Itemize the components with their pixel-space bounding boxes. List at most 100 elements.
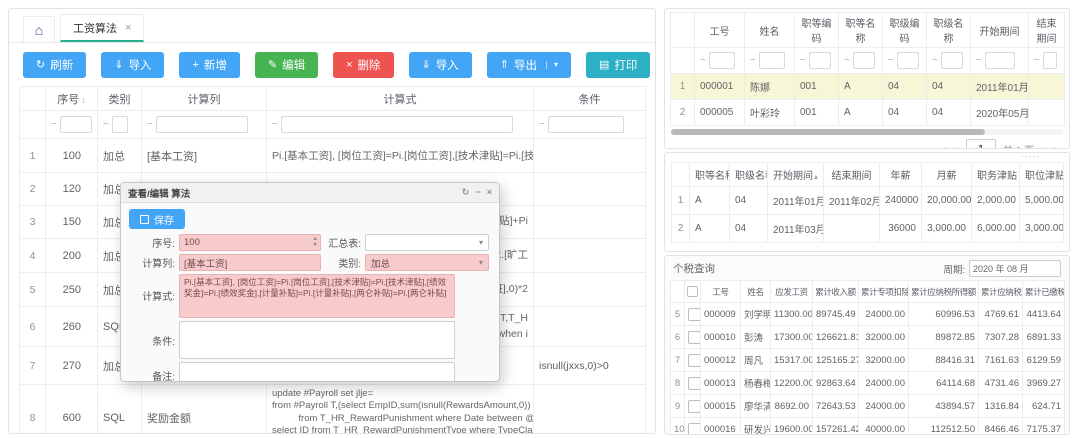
cond-field[interactable] xyxy=(179,321,455,359)
row-checkbox[interactable] xyxy=(688,331,701,344)
header-empno[interactable]: 工号 xyxy=(701,281,741,303)
tab-close-icon[interactable]: × xyxy=(125,22,131,34)
save-button[interactable]: 保存 xyxy=(129,209,185,229)
header-end[interactable]: 结束期间 xyxy=(1029,13,1065,48)
header-income[interactable]: 累计收入额 xyxy=(813,281,859,303)
sort-icon[interactable]: ↕ xyxy=(81,95,86,105)
col-field[interactable] xyxy=(179,254,321,271)
formula-field[interactable]: Pi.[基本工资], [岗位工资]=Pi.[岗位工资],[技术津贴]=Pi.[技… xyxy=(179,274,455,318)
table-row[interactable]: 5000009刘学明11300.0089745.4924000.0060996.… xyxy=(671,303,1065,326)
delete-button[interactable]: × 删除 xyxy=(333,52,393,78)
filter-formula-input[interactable] xyxy=(281,116,513,133)
tab-salary-algorithm[interactable]: 工资算法 × xyxy=(60,14,144,42)
table-row[interactable]: 2A042011年03月360003,000.006,000.003,000.0… xyxy=(672,215,1064,243)
header-col[interactable]: 计算列 xyxy=(142,87,267,111)
table-row[interactable]: 10000016研发兴19600.00157261.4240000.001125… xyxy=(671,418,1065,436)
chevron-down-icon[interactable]: ▾ xyxy=(546,61,558,69)
prev-page-icon[interactable]: ‹ xyxy=(956,144,959,150)
header-empno[interactable]: 工号 xyxy=(695,13,745,48)
home-tab[interactable]: ⌂ xyxy=(23,16,55,42)
table-row[interactable]: 1100加总[基本工资]Pi.[基本工资], [岗位工资]=Pi.[岗位工资],… xyxy=(20,139,646,173)
table-row[interactable]: 7000012周凡15317.00125165.2732000.0088416.… xyxy=(671,349,1065,372)
resize-handle-dots[interactable]: ····· xyxy=(665,153,1069,162)
cat-select[interactable]: 加总 ▾ xyxy=(365,254,489,271)
row-checkbox[interactable] xyxy=(688,423,701,436)
table-row[interactable]: 9000015廖华清8692.0072643.5324000.0043894.5… xyxy=(671,395,1065,418)
header-cat[interactable]: 类别 xyxy=(98,87,142,111)
filter-gname-input[interactable] xyxy=(853,52,875,69)
header-name[interactable]: 姓名 xyxy=(745,13,795,48)
header-post[interactable]: 职位津贴 xyxy=(1020,163,1064,187)
header-seq[interactable]: 序号↕ xyxy=(46,87,98,111)
seq-field[interactable] xyxy=(179,234,321,251)
filter-cat-input[interactable] xyxy=(112,116,128,133)
header-tax[interactable]: 累计应纳税额 xyxy=(979,281,1023,303)
filter-gcode-input[interactable] xyxy=(809,52,831,69)
table-row[interactable]: 1000001陈娜001A04042011年01月 xyxy=(671,74,1065,100)
header-gname[interactable]: 职等名称 xyxy=(690,163,730,187)
sort-asc-icon[interactable]: ▴ xyxy=(814,172,818,181)
filter-start-input[interactable] xyxy=(985,52,1015,69)
refresh-button[interactable]: ↻ 刷新 xyxy=(23,52,86,78)
table-row[interactable]: 8000013杨春梅12200.0092863.6424000.0064114.… xyxy=(671,372,1065,395)
filter-end-input[interactable] xyxy=(1043,52,1057,69)
filter-name-input[interactable] xyxy=(759,52,785,69)
select-all-checkbox[interactable] xyxy=(687,286,698,297)
print-button[interactable]: ▤ 打印 xyxy=(586,52,650,78)
header-duty[interactable]: 职务津贴 xyxy=(972,163,1020,187)
import-button-2[interactable]: ⇓ 导入 xyxy=(409,52,472,78)
cell-cond: isnull(jxxs,0)>0 xyxy=(534,347,646,385)
first-page-icon[interactable]: « xyxy=(943,144,949,150)
header-lcode[interactable]: 职级编码 xyxy=(883,13,927,48)
cell-cb xyxy=(685,418,701,436)
next-page-icon[interactable]: › xyxy=(1041,144,1044,150)
header-end[interactable]: 结束期间 xyxy=(824,163,880,187)
summary-select[interactable]: ▾ xyxy=(365,234,489,251)
header-taxable[interactable]: 累计应纳税所得额 xyxy=(909,281,979,303)
page-input[interactable] xyxy=(966,139,996,149)
add-button[interactable]: + 新增 xyxy=(179,52,239,78)
header-start[interactable]: 开始期间 xyxy=(971,13,1029,48)
table-row[interactable]: 8600SQL奖励金额update #Payroll set jlje= fro… xyxy=(20,385,646,435)
row-checkbox[interactable] xyxy=(688,354,701,367)
import-button-1[interactable]: ⇓ 导入 xyxy=(101,52,164,78)
row-checkbox[interactable] xyxy=(688,308,701,321)
note-field[interactable] xyxy=(179,362,455,382)
header-gross[interactable]: 应发工资 xyxy=(771,281,813,303)
header-monthly[interactable]: 月薪 xyxy=(922,163,972,187)
dialog-collapse-icon[interactable]: − xyxy=(475,188,480,197)
dialog-close-icon[interactable]: × xyxy=(487,188,492,197)
header-formula[interactable]: 计算式 xyxy=(267,87,534,111)
table-row[interactable]: 6000010彭涛17300.00126621.8132000.0089872.… xyxy=(671,326,1065,349)
filter-cond-input[interactable] xyxy=(548,116,624,133)
row-checkbox[interactable] xyxy=(688,400,701,413)
header-lname[interactable]: 职级名称 xyxy=(927,13,971,48)
row-checkbox[interactable] xyxy=(688,377,701,390)
scrollbar-thumb[interactable] xyxy=(671,129,985,135)
header-lname[interactable]: 职级名称 xyxy=(730,163,768,187)
header-start[interactable]: 开始期间▴ xyxy=(768,163,824,187)
header-annual[interactable]: 年薪 xyxy=(880,163,922,187)
period-input[interactable] xyxy=(969,260,1061,277)
last-page-icon[interactable]: » xyxy=(1051,144,1057,150)
table-row[interactable]: 1A042011年01月2011年02月24000020,000.002,000… xyxy=(672,187,1064,215)
header-deduct[interactable]: 累计专项扣除 xyxy=(859,281,909,303)
filter-lcode-input[interactable] xyxy=(897,52,919,69)
filter-lname-input[interactable] xyxy=(941,52,963,69)
spinner-icons[interactable]: ▲▼ xyxy=(313,236,318,248)
header-gcode[interactable]: 职等编码 xyxy=(795,13,839,48)
export-button[interactable]: ⇑ 导出 ▾ xyxy=(487,52,571,78)
dialog-title-bar[interactable]: 查看/编辑 算法 ↻ − × xyxy=(121,183,499,203)
cell-duty: 2,000.00 xyxy=(972,187,1020,215)
dialog-refresh-icon[interactable]: ↻ xyxy=(462,188,470,197)
header-gname[interactable]: 职等名称 xyxy=(839,13,883,48)
filter-seq-input[interactable] xyxy=(60,116,92,133)
filter-col-input[interactable] xyxy=(156,116,248,133)
edit-button[interactable]: ✎ 编辑 xyxy=(255,52,318,78)
header-paid[interactable]: 累计已缴税额 xyxy=(1023,281,1065,303)
table-row[interactable]: 2000005叶彩玲001A04042020年05月 xyxy=(671,100,1065,126)
header-name[interactable]: 姓名 xyxy=(741,281,771,303)
header-checkbox[interactable] xyxy=(685,281,701,303)
header-cond[interactable]: 条件 xyxy=(534,87,646,111)
filter-empno-input[interactable] xyxy=(709,52,735,69)
